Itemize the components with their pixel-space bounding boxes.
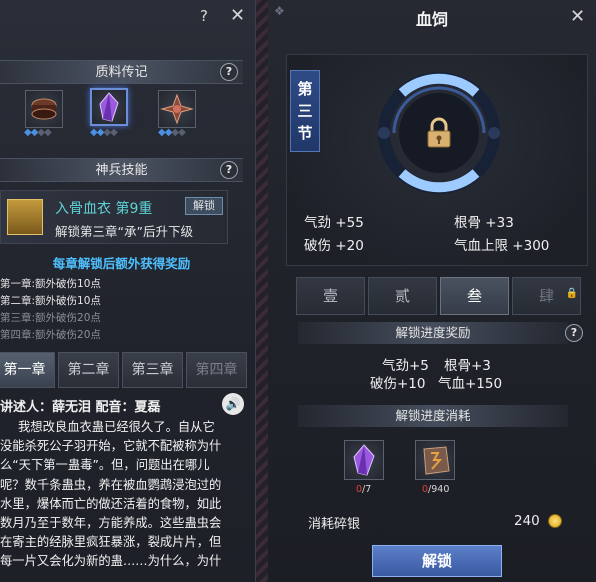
tab-chapter-4[interactable]: 第四章 <box>186 352 247 388</box>
bonus-line: 第三章:额外破伤20点 <box>0 312 101 324</box>
stat-qijin: 气劲 +55 <box>304 211 364 231</box>
drum-material-icon <box>31 98 57 120</box>
skill-section-title: 神兵技能 <box>95 163 148 178</box>
purple-crystal-icon <box>99 92 119 122</box>
stat-gengu: 根骨 +33 <box>454 211 514 231</box>
silver-cost-value: 240 <box>514 513 540 529</box>
reward-label: 气血 <box>438 376 465 392</box>
background-strip <box>256 0 268 582</box>
lock-icon: 🔒 <box>565 288 578 299</box>
story-line: 呢？数千条蛊虫，养在被血鹦鹉浸泡过的 <box>0 477 222 492</box>
silver-cost-label: 消耗碎银 <box>308 517 361 532</box>
reward-qijin: 气劲+5 <box>382 354 429 374</box>
tab-section-4[interactable]: 肆 🔒 <box>512 277 581 315</box>
rune-stone-icon <box>423 446 450 475</box>
stat-value: +33 <box>485 215 514 231</box>
story-text: 我想改良血衣蛊已经很久了。自从它 没能杀死公子羽开始，它就不配被称为什 么“天下… <box>0 418 250 578</box>
tab-section-2[interactable]: 贰 <box>368 277 437 315</box>
material-section-title: 质料传记 <box>95 65 148 80</box>
bonus-line: 第四章:额外破伤20点 <box>0 329 101 341</box>
close-icon[interactable]: ✕ <box>570 6 585 27</box>
story-line: 没能杀死公子羽开始，它就不配被称为什 <box>0 439 222 454</box>
bonus-line: 第二章:额外破伤10点 <box>0 295 101 307</box>
stat-poshang: 破伤 +20 <box>304 234 364 254</box>
silver-coin-icon <box>548 514 562 528</box>
tab-section-1[interactable]: 壹 <box>296 277 365 315</box>
blood-armor-skill-icon[interactable] <box>7 199 43 235</box>
material-rank-diamonds: ◆◆◆◆ <box>24 127 52 138</box>
skill-description: 解锁第三章“承”后升下级 <box>55 224 193 239</box>
stat-value: +55 <box>335 215 364 231</box>
story-line: 每一片又会化为新的蛊……为什么，为什 <box>0 554 222 569</box>
section-tabs: 壹 贰 叁 肆 🔒 <box>296 277 586 315</box>
cost-slot-rune[interactable] <box>415 440 455 480</box>
cost-need: /940 <box>428 484 450 495</box>
tab-chapter-3[interactable]: 第三章 <box>122 352 183 388</box>
skill-unlock-button[interactable]: 解锁 <box>185 197 223 215</box>
stat-value: +300 <box>512 238 550 254</box>
material-slot-drum[interactable] <box>25 90 63 128</box>
padlock-icon <box>427 117 451 148</box>
tab-section-4-label: 肆 <box>538 287 554 305</box>
bonus-line: 第一章:额外破伤10点 <box>0 278 101 290</box>
chapter-tabs: 第一章 第二章 第三章 第四章 <box>0 352 250 388</box>
stat-label: 破伤 <box>304 238 331 254</box>
material-slot-crystal[interactable] <box>90 88 128 126</box>
close-icon[interactable]: ✕ <box>230 5 245 26</box>
reward-help-icon[interactable]: ? <box>565 324 583 342</box>
chapter-tag: 第 三 节 <box>290 70 320 152</box>
stat-label: 根骨 <box>454 215 481 231</box>
skill-section-header: 神兵技能 <box>0 158 243 182</box>
chapter-tag-char: 三 <box>297 102 313 120</box>
purple-crystal-icon <box>353 444 375 476</box>
cost-slot-crystal[interactable] <box>344 440 384 480</box>
material-section-header: 质料传记 <box>0 60 243 84</box>
story-line: 在寄主的经脉里疯狂暴涨，裂成片片，但 <box>0 535 222 550</box>
speaker-icon[interactable]: 🔊 <box>222 393 244 415</box>
reward-value: +10 <box>397 376 426 392</box>
story-line: 水里，爆体而亡的做还活着的食物，如此 <box>0 496 222 511</box>
narrator-label: 讲述人：薛无泪 配音：夏磊 <box>0 400 161 415</box>
cost-section-title: 解锁进度消耗 <box>395 408 471 423</box>
left-panel: ? ✕ 质料传记 ? ◆◆◆◆ ◆◆◆◆ ◆◆◆◆ 神兵技能 ? 入骨血衣 第9… <box>0 0 256 582</box>
tab-section-3[interactable]: 叁 <box>440 277 509 315</box>
winged-shuriken-icon <box>160 93 194 125</box>
material-rank-diamonds: ◆◆◆◆ <box>158 127 186 138</box>
material-help-icon[interactable]: ? <box>220 63 238 81</box>
progress-ring <box>374 68 504 198</box>
material-slot-shuriken[interactable] <box>158 90 196 128</box>
chapter-tag-char: 节 <box>297 124 313 142</box>
stat-qixue: 气血上限 +300 <box>454 234 549 254</box>
cost-count: 0/7 <box>356 484 371 495</box>
cost-need: /7 <box>362 484 372 495</box>
story-line: 我想改良血衣蛊已经很久了。自从它 <box>18 420 215 434</box>
cost-section-header: 解锁进度消耗 <box>298 405 568 427</box>
story-line: 么“天下第一蛊毒”。但，问题出在哪儿 <box>0 458 210 473</box>
unlock-button[interactable]: 解锁 <box>372 545 502 577</box>
chapter-tag-char: 第 <box>297 80 313 98</box>
help-icon[interactable]: ? <box>200 7 208 25</box>
reward-label: 破伤 <box>370 376 397 392</box>
reward-section-header: 解锁进度奖励 <box>298 322 568 344</box>
bonus-title: 每章解锁后额外获得奖励 <box>52 256 191 271</box>
stat-label: 气劲 <box>304 215 331 231</box>
skill-name: 入骨血衣 第9重 <box>55 201 153 217</box>
story-line: 数月乃至于数年，方能养成。这些蛊虫会 <box>0 516 222 531</box>
skill-card: 入骨血衣 第9重 解锁 解锁第三章“承”后升下级 <box>0 190 228 244</box>
material-rank-diamonds: ◆◆◆◆ <box>90 127 118 138</box>
stat-label: 气血上限 <box>454 238 508 254</box>
reward-gengu: 根骨+3 <box>444 354 491 374</box>
reward-value: +150 <box>465 376 503 392</box>
cost-count: 0/940 <box>422 484 449 495</box>
tab-chapter-2[interactable]: 第二章 <box>58 352 119 388</box>
tab-chapter-1[interactable]: 第一章 <box>0 352 55 388</box>
reward-poshang: 破伤+10 <box>370 372 426 392</box>
panel-title: 血饲 <box>415 10 448 29</box>
reward-qixue: 气血+150 <box>438 372 502 392</box>
right-panel: ❖ 血饲 ✕ 第 三 节 气劲 +55 根骨 +33 破伤 +20 气血上限 +… <box>268 0 596 582</box>
skill-help-icon[interactable]: ? <box>220 161 238 179</box>
reward-section-title: 解锁进度奖励 <box>395 325 471 340</box>
stat-value: +20 <box>335 238 364 254</box>
